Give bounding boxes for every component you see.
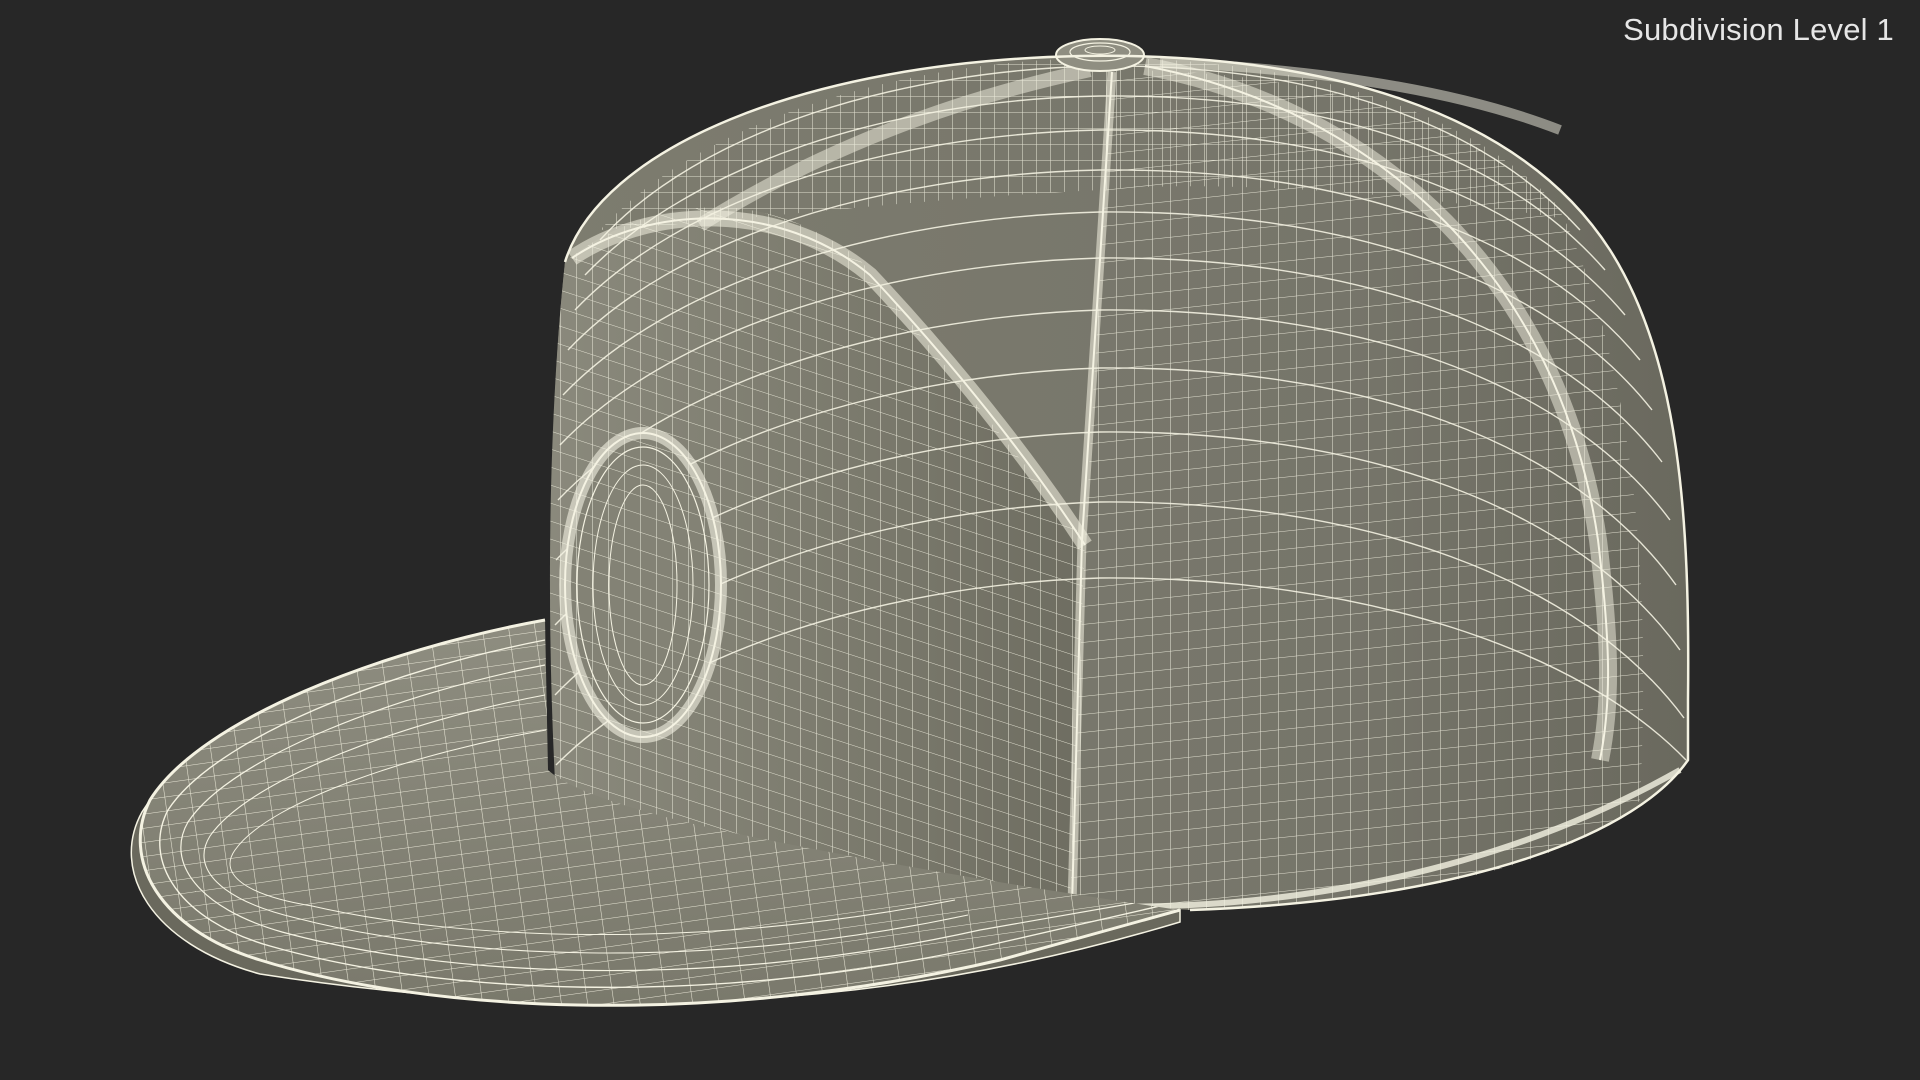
subdivision-level-label: Subdivision Level 1 [1623,12,1894,47]
3d-viewport[interactable]: Subdivision Level 1 [0,0,1920,1080]
circle-patch [559,427,727,743]
cap-wireframe-model[interactable] [0,0,1920,1080]
